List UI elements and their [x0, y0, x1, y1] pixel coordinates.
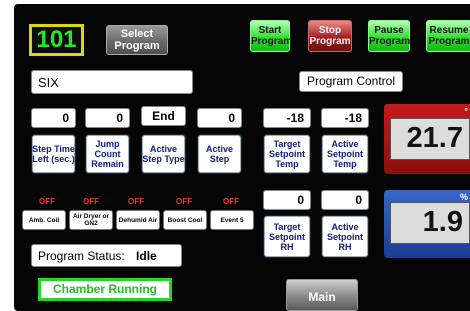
chamber-running-indicator: Chamber Running — [38, 278, 172, 301]
temperature-unit: ° — [464, 106, 468, 116]
target-setpoint-temp-value[interactable]: -18 — [263, 108, 311, 128]
humidity-unit: % — [459, 192, 468, 202]
event-5-button[interactable]: Event 5 — [210, 210, 254, 230]
select-program-button[interactable]: Select Program — [106, 25, 168, 55]
event-1-state: OFF — [39, 197, 55, 206]
event-amb-coil-button[interactable]: Amb. Coil — [22, 210, 66, 230]
event-air-dryer-button[interactable]: Air Dryer or GN2 — [69, 210, 113, 230]
program-number-display[interactable]: 101 — [29, 24, 84, 56]
target-setpoint-rh-label: Target Setpoint RH — [263, 215, 311, 258]
temperature-readout-panel: ° 21.7 — [384, 104, 470, 174]
event-dehumid-air-button[interactable]: Dehumid Air — [116, 210, 160, 230]
pause-program-button[interactable]: Pause Program — [368, 20, 410, 52]
active-step-type-value: End — [141, 106, 186, 126]
event-3-state: OFF — [128, 197, 144, 206]
active-step-type-label: Active Step Type — [141, 134, 186, 174]
humidity-readout-panel: % 1.9 — [384, 190, 470, 258]
step-time-left-label: Step Time Left (sec.) — [31, 134, 76, 174]
program-status-label: Program Status: — [38, 249, 125, 263]
target-setpoint-temp-label: Target Setpoint Temp — [263, 134, 311, 174]
event-boost-cool-button[interactable]: Boost Cool — [163, 210, 207, 230]
temperature-reading: 21.7 — [390, 118, 470, 160]
active-setpoint-temp-value: -18 — [321, 108, 369, 128]
active-setpoint-rh-value: 0 — [321, 190, 369, 210]
event-4-state: OFF — [176, 197, 192, 206]
active-step-label: Active Step — [197, 134, 242, 174]
active-setpoint-rh-label: Active Setpoint RH — [321, 215, 369, 258]
resume-program-button[interactable]: Resume Program — [426, 20, 470, 52]
active-step-value: 0 — [197, 108, 242, 128]
step-time-left-value: 0 — [31, 108, 76, 128]
stop-program-button[interactable]: Stop Program — [308, 20, 352, 52]
program-status-box: Program Status: Idle — [31, 244, 182, 267]
hmi-panel: 101 Select Program Start Program Stop Pr… — [14, 4, 470, 311]
active-setpoint-temp-label: Active Setpoint Temp — [321, 134, 369, 174]
jump-count-label: Jump Count Remain — [85, 134, 130, 174]
program-control-button[interactable]: Program Control — [299, 71, 403, 92]
humidity-reading: 1.9 — [390, 202, 470, 244]
program-status-value: Idle — [136, 249, 157, 263]
start-program-button[interactable]: Start Program — [250, 20, 292, 52]
target-setpoint-rh-value[interactable]: 0 — [263, 190, 311, 210]
event-2-state: OFF — [83, 197, 99, 206]
program-name-field[interactable]: SIX — [31, 70, 193, 94]
main-button[interactable]: Main — [286, 279, 358, 311]
event-5-state: OFF — [223, 197, 239, 206]
jump-count-value: 0 — [85, 108, 130, 128]
